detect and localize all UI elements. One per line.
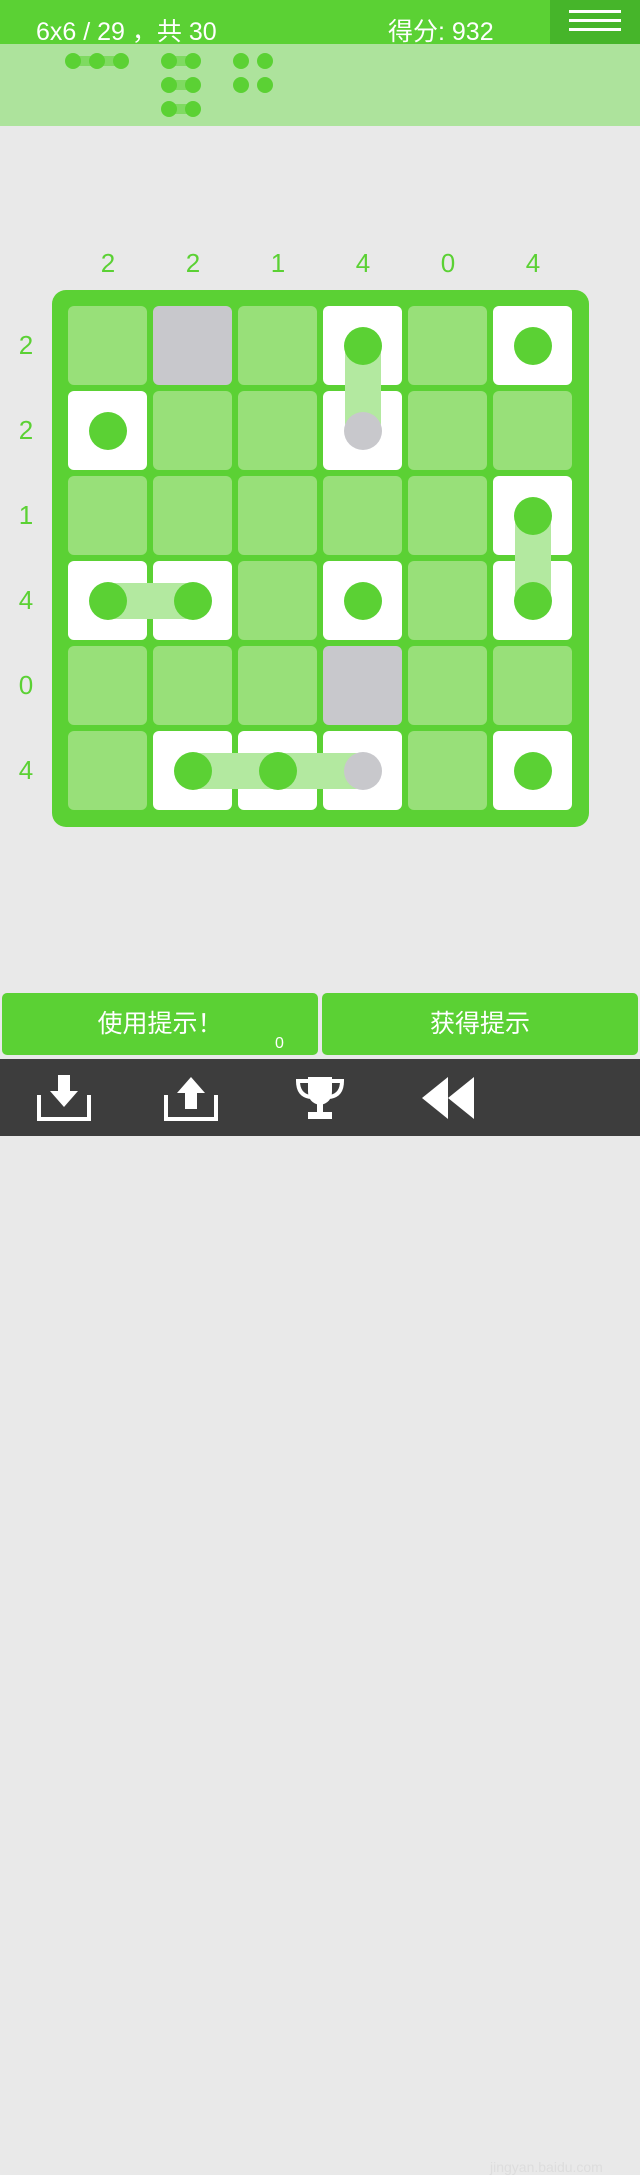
board-cell-empty[interactable] — [153, 646, 232, 725]
menu-button[interactable] — [550, 0, 640, 44]
get-hint-button[interactable]: 获得提示 — [322, 993, 638, 1055]
piece-dot-green — [513, 581, 552, 620]
board-cell-empty[interactable] — [408, 391, 487, 470]
board-cell-empty[interactable] — [68, 731, 147, 810]
row-clue: 2 — [18, 330, 34, 360]
column-clue: 2 — [185, 248, 201, 278]
row-clue: 0 — [18, 670, 34, 700]
board-cell-empty[interactable] — [153, 476, 232, 555]
piece-dot-green — [173, 581, 212, 620]
board-cell-gray[interactable] — [153, 306, 232, 385]
row-clue: 4 — [18, 585, 34, 615]
piece-dot-green — [258, 751, 297, 790]
board-cell-empty[interactable] — [238, 391, 317, 470]
board-cell-empty[interactable] — [493, 646, 572, 725]
board-cell-empty[interactable] — [238, 561, 317, 640]
board-cell-empty[interactable] — [238, 476, 317, 555]
board-cell-empty[interactable] — [238, 646, 317, 725]
piece-dot-green — [513, 326, 552, 365]
board-cell-empty[interactable] — [408, 646, 487, 725]
row-clue: 1 — [18, 500, 34, 530]
column-clue: 2 — [100, 248, 116, 278]
trophy-icon[interactable] — [292, 1073, 348, 1123]
board-cell-empty[interactable] — [68, 646, 147, 725]
level-progress-text: 6x6 / 29 ，共 30 — [36, 18, 217, 46]
hint-count-badge: 0 — [275, 1035, 284, 1052]
column-clue: 0 — [440, 248, 456, 278]
column-clue: 4 — [355, 248, 371, 278]
piece-dot-green — [173, 751, 212, 790]
board-cell-empty[interactable] — [238, 306, 317, 385]
download-tray-icon[interactable] — [36, 1073, 92, 1123]
bottom-toolbar: jingyan.baidu.com — [0, 1059, 640, 2175]
piece-dot-green — [343, 326, 382, 365]
board-cell-empty[interactable] — [68, 476, 147, 555]
board-cell-empty[interactable] — [408, 561, 487, 640]
board-cell-empty[interactable] — [493, 391, 572, 470]
column-clue: 1 — [270, 248, 286, 278]
watermark-text: jingyan.baidu.com — [490, 2159, 603, 2175]
row-clue: 4 — [18, 755, 34, 785]
piece-dot-green — [343, 581, 382, 620]
piece-dot-green — [513, 751, 552, 790]
board-cell-empty[interactable] — [408, 306, 487, 385]
piece-dot-green — [88, 411, 127, 450]
score-text: 得分: 932 — [388, 18, 494, 46]
upload-tray-icon[interactable] — [163, 1073, 219, 1123]
rewind-icon[interactable] — [420, 1073, 476, 1123]
piece-dot-green — [513, 496, 552, 535]
board-cell-empty[interactable] — [68, 306, 147, 385]
game-board — [52, 290, 589, 827]
board-cell-empty[interactable] — [153, 391, 232, 470]
row-clue: 2 — [18, 415, 34, 445]
piece-dot-green — [88, 581, 127, 620]
board-cell-gray[interactable] — [323, 646, 402, 725]
piece-dot-gray — [343, 751, 382, 790]
board-cell-empty[interactable] — [408, 731, 487, 810]
top-status-bar: 6x6 / 29 ，共 30 得分: 932 — [0, 0, 640, 46]
column-clue: 4 — [525, 248, 541, 278]
use-hint-button[interactable]: 使用提示！ — [2, 993, 318, 1055]
piece-dot-gray — [343, 411, 382, 450]
board-cell-empty[interactable] — [408, 476, 487, 555]
board-cell-empty[interactable] — [323, 476, 402, 555]
remaining-pieces-tray — [0, 44, 640, 126]
